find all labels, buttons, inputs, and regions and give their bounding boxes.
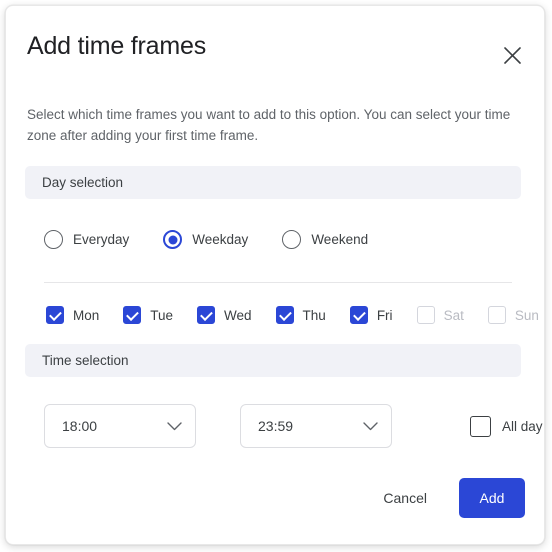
day-selection-header: Day selection	[25, 166, 521, 199]
time-selection-header: Time selection	[25, 344, 521, 377]
radio-weekend[interactable]: Weekend	[282, 230, 368, 249]
radio-weekend-mark	[282, 230, 302, 249]
checkbox-wed-label: Wed	[224, 307, 252, 323]
checkbox-all-day-box	[470, 415, 491, 437]
checkbox-sun-label: Sun	[514, 307, 539, 323]
radio-everyday-mark	[44, 230, 63, 249]
day-selection-radio-group: Everyday Weekday Weekend	[44, 230, 402, 249]
dialog-description: Select which time frames you want to add…	[27, 107, 511, 143]
checkbox-fri[interactable]: Fri	[349, 306, 393, 324]
section-divider	[44, 282, 512, 283]
chevron-down-icon	[363, 421, 378, 431]
day-selection-header-label: Day selection	[42, 175, 124, 190]
chevron-down-icon	[167, 421, 182, 431]
radio-weekend-label: Weekend	[311, 232, 369, 247]
checkbox-thu-box	[275, 306, 294, 324]
checkbox-wed-box	[197, 306, 216, 324]
checkbox-mon-label: Mon	[73, 307, 100, 323]
checkbox-fri-label: Fri	[376, 307, 393, 323]
time-selection-row: 18:00 23:59 All day	[44, 404, 543, 448]
radio-weekday-mark	[163, 230, 183, 249]
dialog-footer: Cancel Add	[367, 478, 525, 518]
checkbox-tue-label: Tue	[150, 307, 174, 323]
end-time-value: 23:59	[258, 418, 294, 434]
checkbox-fri-box	[349, 306, 368, 324]
add-button[interactable]: Add	[459, 478, 525, 518]
checkbox-sun[interactable]: Sun	[487, 306, 539, 324]
close-icon[interactable]	[499, 42, 525, 68]
add-time-frames-dialog: Add time frames Select which time frames…	[5, 5, 545, 545]
dialog-header: Add time frames	[6, 6, 544, 92]
start-time-value: 18:00	[62, 418, 98, 434]
radio-everyday-label: Everyday	[73, 232, 130, 247]
checkbox-sat-box	[416, 306, 435, 324]
checkbox-all-day[interactable]: All day	[470, 415, 543, 437]
cancel-button[interactable]: Cancel	[367, 480, 443, 516]
checkbox-wed[interactable]: Wed	[197, 306, 252, 324]
checkbox-sun-box	[487, 306, 506, 324]
checkbox-tue[interactable]: Tue	[123, 306, 173, 324]
checkbox-thu[interactable]: Thu	[275, 306, 326, 324]
radio-everyday[interactable]: Everyday	[44, 230, 129, 249]
checkbox-sat-label: Sat	[443, 307, 464, 323]
checkbox-mon-box	[46, 306, 64, 324]
time-selection-header-label: Time selection	[42, 353, 129, 368]
day-checkbox-group: Mon Tue Wed Thu Fri Sat Sun	[46, 306, 544, 324]
start-time-select[interactable]: 18:00	[44, 404, 196, 448]
checkbox-sat[interactable]: Sat	[416, 306, 464, 324]
page-title: Add time frames	[27, 32, 207, 60]
checkbox-tue-box	[123, 306, 142, 324]
end-time-select[interactable]: 23:59	[240, 404, 392, 448]
checkbox-all-day-label: All day	[502, 418, 543, 434]
checkbox-thu-label: Thu	[302, 307, 326, 323]
radio-weekday[interactable]: Weekday	[163, 230, 248, 249]
radio-weekday-label: Weekday	[192, 232, 249, 247]
checkbox-mon[interactable]: Mon	[46, 306, 99, 324]
